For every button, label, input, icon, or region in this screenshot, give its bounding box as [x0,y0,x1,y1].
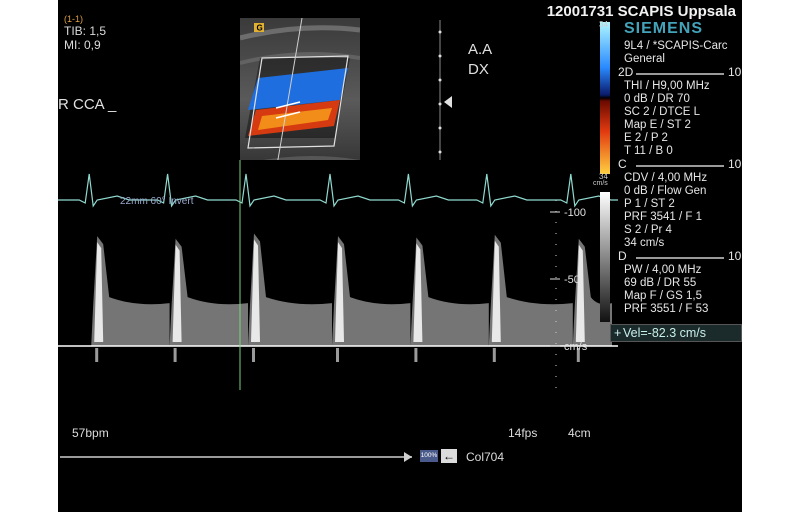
probe-info: 9L4 / *SCAPIS-Carc General [624,40,728,66]
frame-rate: 14fps [508,426,538,440]
parameter-sections: 2D 10 THI / H9,00 MHz 0 dB / DR 70 SC 2 / DT… [618,66,742,316]
depth-scale [438,20,452,180]
probe-model: 9L4 / *SCAPIS-Carc [624,40,728,52]
parameter-line: E 2 / P 2 [624,132,668,144]
patient-id: 12001731 SCAPIS Uppsala [546,3,736,20]
velocity-tick-label: -50 [564,274,580,286]
brand-logo: SIEMENS [624,20,704,37]
color-bar-top: 34 [599,20,608,29]
orientation-marker-glyph: G [257,24,263,33]
spectral-mirror [336,348,339,362]
parameter-line: T 11 / B 0 [624,145,673,157]
ultrasound-screen: 12001731 SCAPIS Uppsala (1-1) TIB: 1,5 M… [58,0,742,512]
frame-counter: (1-1) [64,14,84,24]
spectral-doppler-display[interactable]: -100 -50 cm/s 22mm 60° Invert [58,160,618,390]
tib-readout: TIB: 1,5 [64,24,107,38]
velocity-measurement: Vel=-82.3 cm/s [623,326,707,340]
section-header-d: D 10 [618,250,742,264]
color-velocity-bar [600,22,610,174]
timeline-arrow-icon [404,452,412,462]
parameter-line: 34 cm/s [624,237,665,249]
section-scale-value: 10 [728,65,742,79]
spectral-mirror [414,348,418,362]
focus-arrow-icon[interactable] [444,96,452,108]
grayscale-bar [600,192,610,322]
section-scale-line[interactable] [636,73,724,75]
parameter-line: CDV / 4,00 MHz [624,172,708,184]
section-header-2d: 2D 10 [618,66,742,80]
color-bar-unit: cm/s [593,180,608,187]
velocity-tick-label: -100 [564,207,586,219]
parameter-line: 0 dB / DR 70 [624,93,690,105]
parameter-line: S 2 / Pr 4 [624,224,672,236]
parameter-line: P 1 / ST 2 [624,198,675,210]
parameter-line: Map E / ST 2 [624,119,691,131]
section-scale-line[interactable] [636,165,724,167]
parameter-line: SC 2 / DTCE L [624,106,701,118]
parameter-line: Map F / GS 1,5 [624,290,702,302]
back-arrow-icon[interactable]: ← [441,449,457,463]
timeline-bar[interactable] [60,456,412,458]
velocity-measurement-box[interactable]: + Vel=-82.3 cm/s [610,324,742,342]
spectral-mirror [95,348,99,362]
side-label: A.A DX [468,41,493,78]
depth-readout: 4cm [568,426,591,440]
parameter-line: 69 dB / DR 55 [624,277,697,289]
heart-rate: 57bpm [72,426,109,440]
parameter-line: THI / H9,00 MHz [624,80,710,92]
section-header-c: C 10 [618,158,742,172]
section-scale-value: 10 [728,249,742,263]
probe-preset: General [624,53,665,65]
section-scale-line[interactable] [636,257,724,259]
parameter-line: 0 dB / Flow Gen [624,185,707,197]
velocity-tick-label: cm/s [564,341,588,353]
vessel-label: R CCA _ [58,96,117,113]
parameter-line: PRF 3541 / F 1 [624,211,702,223]
section-key: 2D [618,65,634,79]
section-key: D [618,249,627,263]
zoom-badge[interactable]: 100% [420,450,438,462]
col-code: Col704 [466,450,505,464]
parameter-line: PRF 3551 / F 53 [624,303,709,315]
velocity-measurement-prefix: + [614,326,622,340]
spectral-mirror [492,348,496,362]
section-key: C [618,157,627,171]
spectral-mirror [173,348,177,362]
doppler-info: 22mm 60° Invert [120,196,194,207]
parameter-line: PW / 4,00 MHz [624,264,702,276]
bmode-image[interactable]: G [240,18,360,183]
mi-readout: MI: 0,9 [64,38,101,52]
section-scale-value: 10 [728,157,742,171]
spectral-mirror [252,348,255,362]
